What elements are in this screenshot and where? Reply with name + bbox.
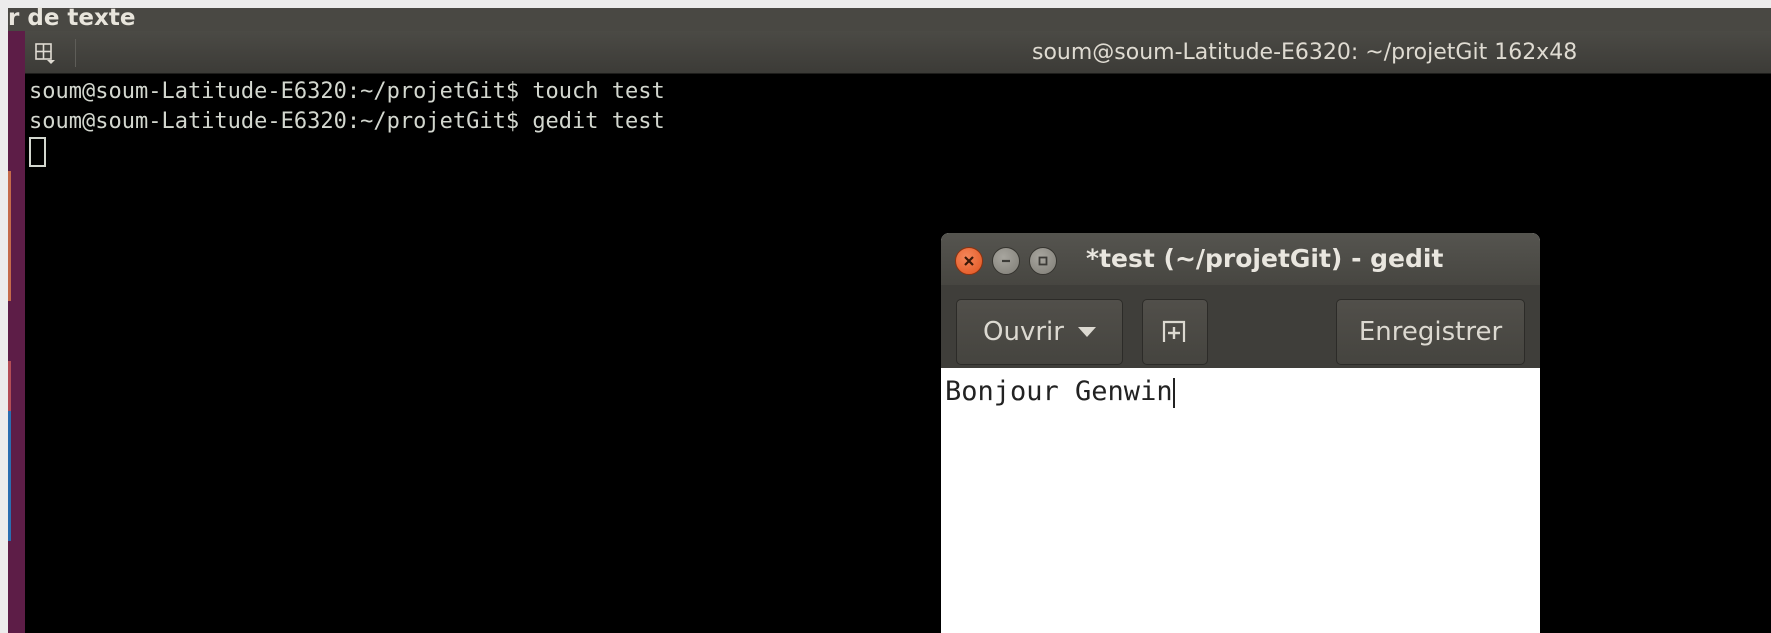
maximize-icon <box>1038 256 1048 266</box>
text-cursor <box>1172 377 1175 408</box>
terminal-header: soum@soum-Latitude-E6320: ~/projetGit 16… <box>25 31 1771 74</box>
minimize-icon <box>1002 259 1010 263</box>
new-document-icon <box>1162 320 1186 342</box>
new-document-button[interactable] <box>1142 299 1208 365</box>
window-title: *test (~/projetGit) - gedit <box>1086 244 1444 273</box>
terminal-title: soum@soum-Latitude-E6320: ~/projetGit 16… <box>1032 40 1578 65</box>
launcher-indicator <box>8 171 11 301</box>
open-button-label: Ouvrir <box>983 317 1064 347</box>
terminal-line: soum@soum-Latitude-E6320:~/projetGit$ ge… <box>29 109 665 134</box>
header-divider <box>75 39 76 67</box>
open-button[interactable]: Ouvrir <box>956 299 1123 365</box>
terminal-prompt-line <box>29 137 1771 167</box>
terminal-cursor <box>29 137 46 167</box>
launcher-indicator <box>8 411 11 541</box>
editor-text: Bonjour Genwin <box>945 376 1173 407</box>
terminal-line: soum@soum-Latitude-E6320:~/projetGit$ to… <box>29 79 665 104</box>
background-window-titlebar: r de texte <box>8 5 1771 31</box>
close-icon <box>964 256 974 266</box>
launcher-edge <box>8 31 25 633</box>
minimize-button[interactable] <box>992 247 1020 275</box>
terminal-tabs-icon[interactable] <box>33 41 57 65</box>
desktop: r de texte soum@soum-Latitude-E6320: ~/p… <box>0 0 1771 633</box>
text-editor[interactable]: Bonjour Genwin <box>941 368 1540 633</box>
gedit-titlebar[interactable]: *test (~/projetGit) - gedit <box>941 233 1540 285</box>
chevron-down-icon <box>1077 327 1096 337</box>
gedit-window[interactable]: *test (~/projetGit) - gedit Ouvrir Enreg… <box>941 233 1540 633</box>
background-window-title: r de texte <box>8 5 136 31</box>
maximize-button[interactable] <box>1029 247 1057 275</box>
gedit-toolbar: Ouvrir Enregistrer <box>941 285 1540 368</box>
close-button[interactable] <box>955 247 983 275</box>
save-button[interactable]: Enregistrer <box>1336 299 1525 365</box>
